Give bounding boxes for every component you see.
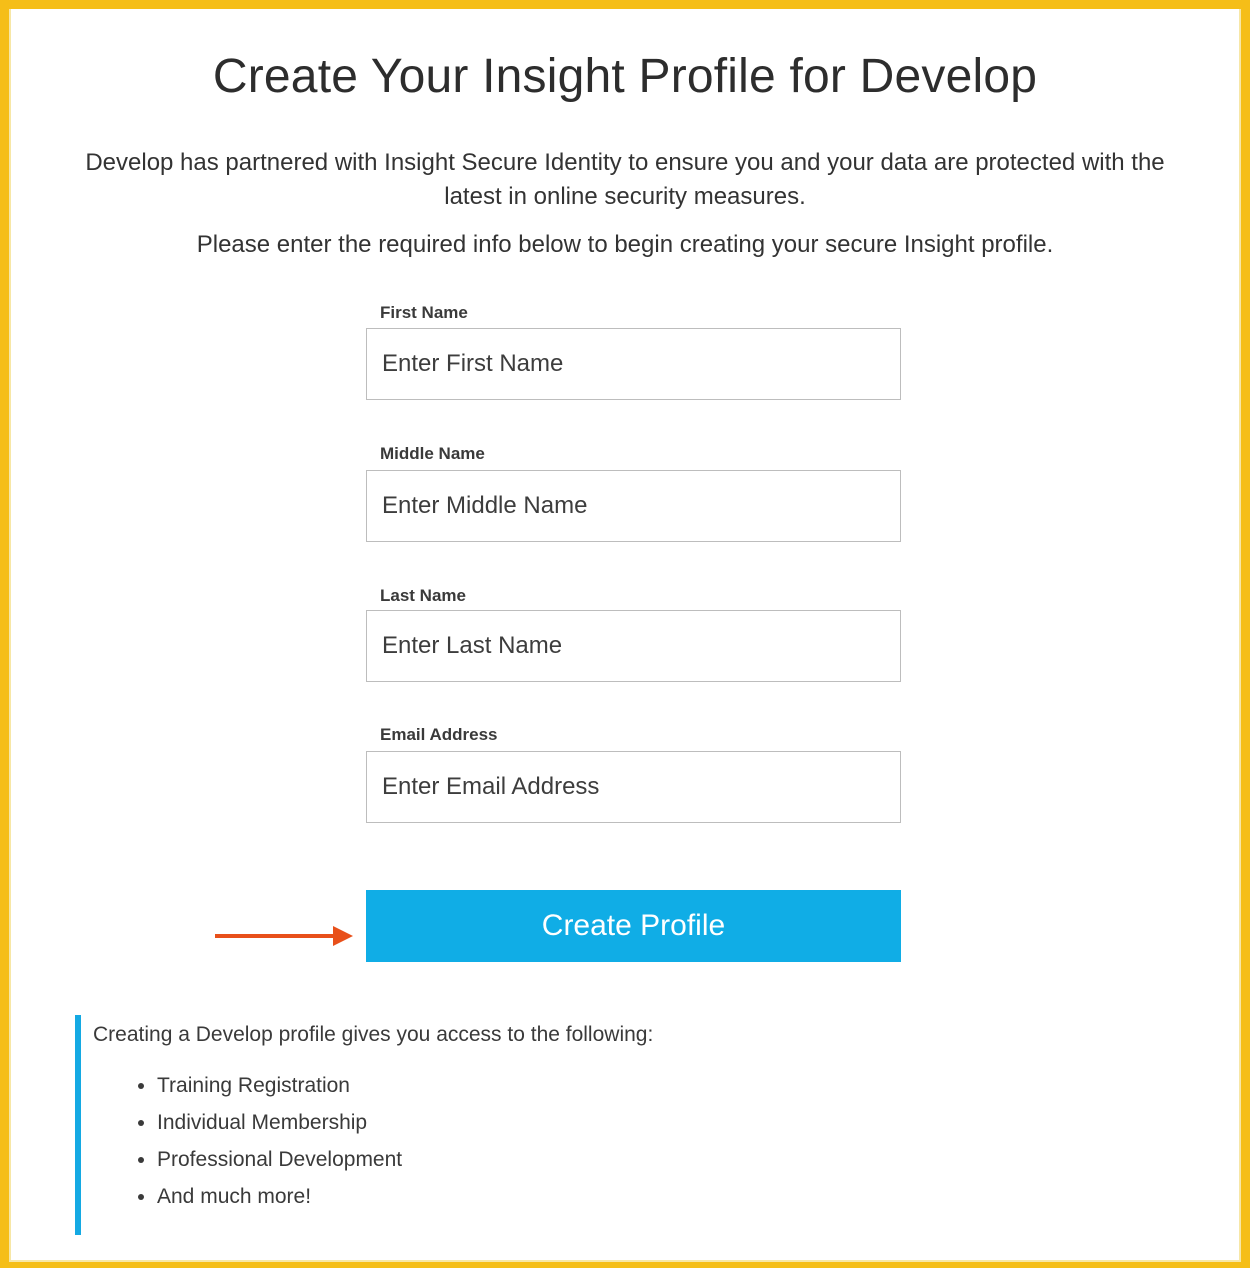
benefits-item-membership: Individual Membership [157,1104,402,1141]
intro-text: Develop has partnered with Insight Secur… [85,149,1165,210]
benefits-item-professional: Professional Development [157,1141,402,1178]
last-name-input[interactable] [366,610,901,682]
arrow-right-icon [215,926,353,946]
instruction-text: Please enter the required info below to … [196,231,1054,258]
middle-name-label: Middle Name [380,444,485,463]
middle-name-input[interactable] [366,470,901,542]
benefits-list: Training Registration Individual Members… [93,1067,402,1215]
benefits-item-more: And much more! [157,1178,402,1215]
benefits-item-training: Training Registration [157,1067,402,1104]
email-label: Email Address [380,725,498,744]
first-name-input[interactable] [366,328,901,400]
create-profile-button[interactable]: Create Profile [366,890,901,962]
email-input[interactable] [366,751,901,823]
benefits-intro: Creating a Develop profile gives you acc… [93,1023,654,1046]
last-name-label: Last Name [380,586,466,605]
first-name-label: First Name [380,303,468,322]
profile-page: Create Your Insight Profile for Develop … [9,9,1241,1262]
benefits-callout: Creating a Develop profile gives you acc… [75,1015,781,1235]
page-title: Create Your Insight Profile for Develop [212,50,1038,103]
